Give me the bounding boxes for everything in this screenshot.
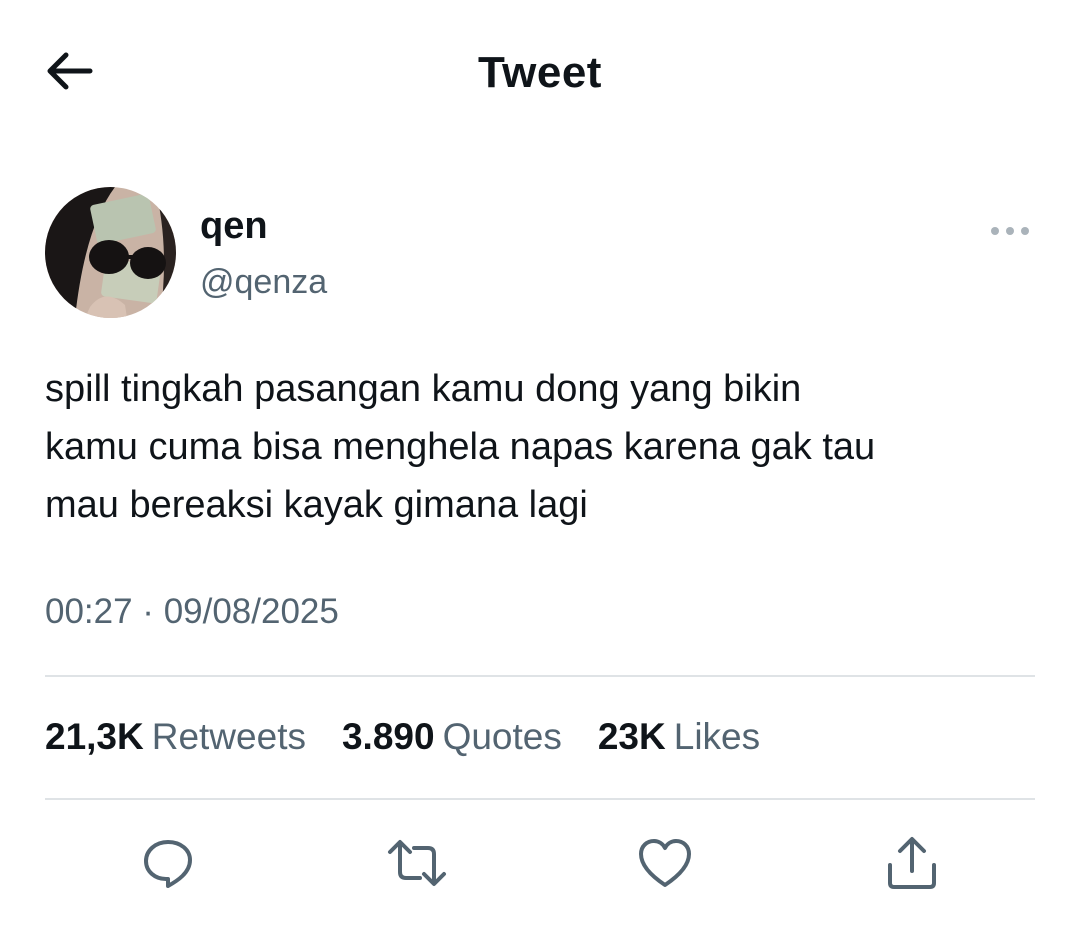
likes-count: 23K <box>597 716 666 757</box>
divider <box>45 798 1035 800</box>
reply-icon <box>141 836 195 895</box>
avatar[interactable] <box>45 187 176 318</box>
likes-label: Likes <box>673 716 761 757</box>
retweets-stat[interactable]: 21,3K Retweets <box>45 716 306 758</box>
share-button[interactable] <box>877 830 947 900</box>
tweet-author: qen @qenza <box>45 187 1035 319</box>
share-icon <box>885 835 939 896</box>
more-dots-icon <box>990 223 1030 241</box>
quotes-count: 3.890 <box>341 716 435 757</box>
engagement-stats: 21,3K Retweets 3.890 Quotes 23K Likes <box>45 716 796 766</box>
reply-button[interactable] <box>133 830 203 900</box>
tweet-timestamp[interactable]: 00:27 · 09/08/2025 <box>45 592 339 632</box>
retweet-icon <box>386 838 448 893</box>
retweets-count: 21,3K <box>45 716 144 757</box>
like-button[interactable] <box>630 830 700 900</box>
quotes-stat[interactable]: 3.890 Quotes <box>342 716 562 758</box>
retweets-label: Retweets <box>151 716 306 757</box>
tweet-text: spill tingkah pasangan kamu dong yang bi… <box>45 368 876 526</box>
retweet-button[interactable] <box>382 830 452 900</box>
divider <box>45 675 1035 677</box>
likes-stat[interactable]: 23K Likes <box>598 716 760 758</box>
user-handle: @qenza <box>200 263 328 301</box>
display-name[interactable]: qen <box>200 205 268 248</box>
action-bar <box>0 830 1080 900</box>
more-options-button[interactable] <box>985 217 1035 247</box>
quotes-label: Quotes <box>442 716 562 757</box>
page-title: Tweet <box>478 48 602 97</box>
heart-icon <box>637 837 693 894</box>
top-bar: Tweet <box>0 0 1080 150</box>
